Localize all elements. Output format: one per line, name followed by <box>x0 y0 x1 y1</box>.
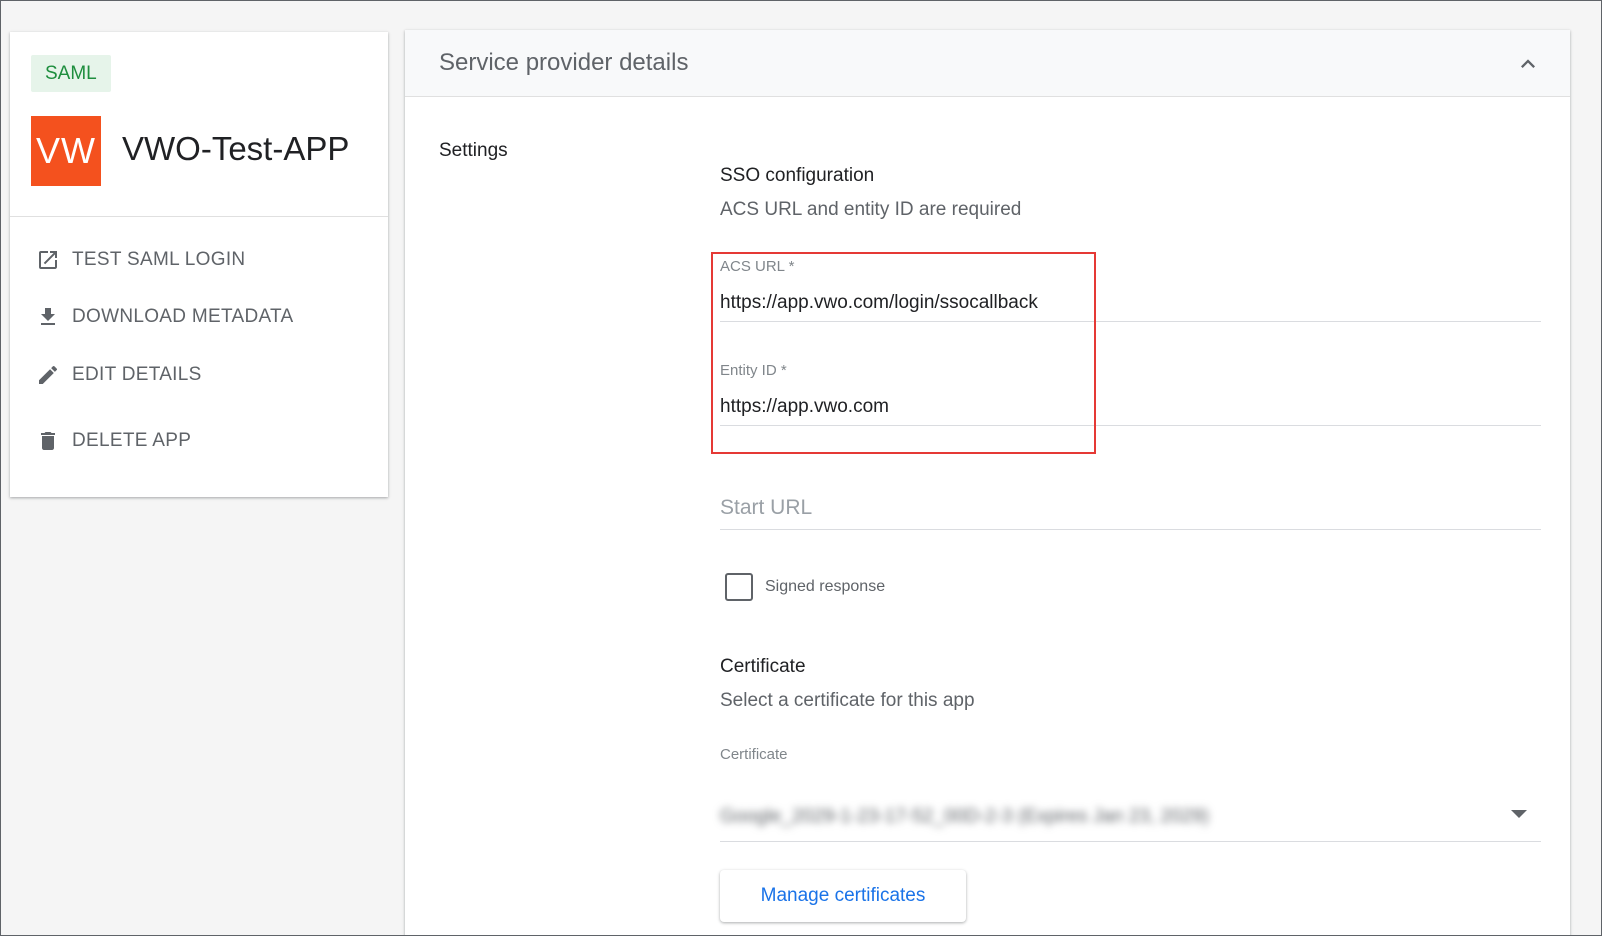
entity-id-value: https://app.vwo.com <box>720 396 889 417</box>
trash-icon <box>41 432 55 450</box>
sso-configuration-subtitle: ACS URL and entity ID are required <box>720 199 1022 220</box>
card-divider <box>10 216 388 217</box>
open-in-new-icon <box>39 251 57 269</box>
signed-response-row[interactable]: Signed response <box>725 572 885 602</box>
panel-header[interactable]: Service provider details <box>405 30 1570 97</box>
start-url-field[interactable]: Start URL <box>720 492 1541 530</box>
saml-badge: SAML <box>31 55 111 92</box>
pencil-icon <box>39 365 58 384</box>
acs-url-value: https://app.vwo.com/login/ssocallback <box>720 292 1038 313</box>
acs-url-field[interactable]: ACS URL * https://app.vwo.com/login/ssoc… <box>720 256 1541 322</box>
test-saml-login-button[interactable]: TEST SAML LOGIN <box>36 245 245 275</box>
entity-id-field[interactable]: Entity ID * https://app.vwo.com <box>720 360 1541 426</box>
delete-app-button[interactable]: DELETE APP <box>36 426 191 456</box>
test-saml-login-label: TEST SAML LOGIN <box>72 249 246 270</box>
certificate-field-label: Certificate <box>720 746 788 763</box>
app-name: VWO-Test-APP <box>122 130 350 167</box>
manage-certificates-button[interactable]: Manage certificates <box>720 870 966 922</box>
certificate-select[interactable]: Google_2029-1-23-17-52_00D-2-3 (Expires … <box>720 790 1541 842</box>
start-url-placeholder: Start URL <box>720 496 813 519</box>
signed-response-label: Signed response <box>765 578 886 595</box>
download-metadata-label: DOWNLOAD METADATA <box>72 306 294 327</box>
certificate-title: Certificate <box>720 656 806 677</box>
app-logo: VW <box>31 116 101 186</box>
certificate-selected-value: Google_2029-1-23-17-52_00D-2-3 (Expires … <box>720 806 1210 827</box>
app-card: SAML VW VWO-Test-APP TEST SAML LOGIN DOW… <box>10 32 388 497</box>
acs-url-label: ACS URL * <box>720 258 795 275</box>
dropdown-arrow-icon <box>1511 810 1527 818</box>
download-icon <box>41 308 55 325</box>
delete-app-label: DELETE APP <box>72 430 192 451</box>
service-provider-panel: Service provider details Settings SSO co… <box>405 30 1570 936</box>
download-metadata-button[interactable]: DOWNLOAD METADATA <box>36 302 294 332</box>
edit-details-button[interactable]: EDIT DETAILS <box>36 360 202 390</box>
certificate-subtitle: Select a certificate for this app <box>720 690 975 711</box>
panel-title: Service provider details <box>439 49 689 76</box>
entity-id-label: Entity ID * <box>720 362 787 379</box>
collapse-button[interactable] <box>1514 50 1542 78</box>
sso-configuration-title: SSO configuration <box>720 165 875 186</box>
edit-details-label: EDIT DETAILS <box>72 364 202 385</box>
settings-label: Settings <box>439 140 508 161</box>
signed-response-checkbox[interactable] <box>725 573 753 601</box>
chevron-up-icon <box>1521 59 1535 68</box>
